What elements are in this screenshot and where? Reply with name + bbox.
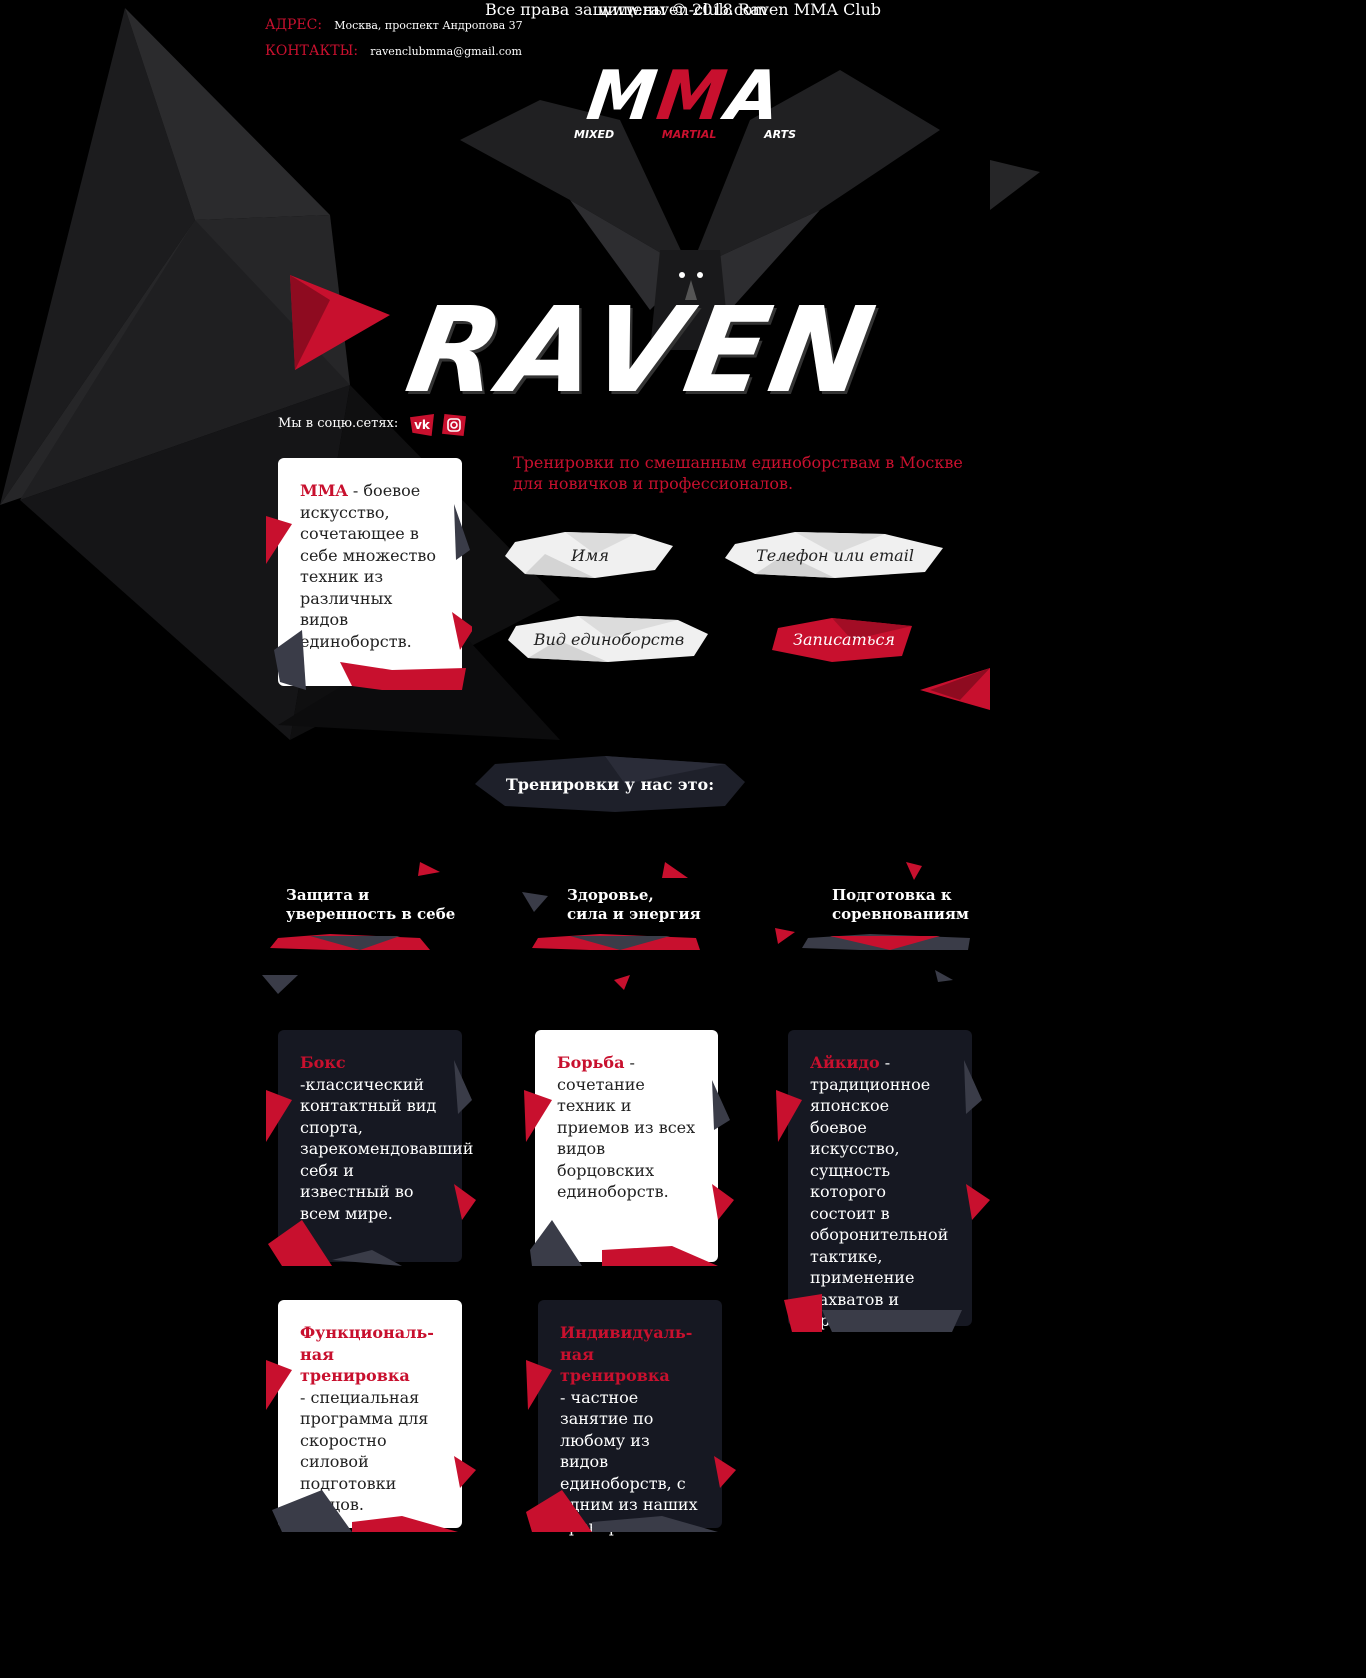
- social-icons: vk: [410, 414, 466, 436]
- footer-site-link[interactable]: www.raven-club.com: [0, 0, 1366, 19]
- social-label: Мы в соцю.сетях:: [278, 416, 399, 431]
- contacts-email[interactable]: ravenclubmma@gmail.com: [370, 45, 522, 58]
- raven-logo-text: RAVEN: [397, 281, 888, 419]
- mma-card-decoration: [266, 504, 472, 690]
- sport-placeholder: Вид единоборств: [533, 629, 685, 649]
- address-label: АДРЕС:: [265, 17, 323, 33]
- vk-icon[interactable]: vk: [410, 414, 434, 436]
- mma-logo-letter-m1: M: [582, 57, 664, 136]
- submit-label: Записаться: [792, 629, 896, 649]
- instagram-icon[interactable]: [442, 414, 466, 436]
- discipline-card-decorations: [266, 1060, 990, 1532]
- benefit-health: Здоровье, сила и энергия: [567, 886, 701, 923]
- intro-text: Тренировки по смешанным единоборствам в …: [513, 453, 963, 493]
- contacts-label: КОНТАКТЫ:: [265, 43, 359, 59]
- sport-input[interactable]: Вид единоборств: [508, 614, 710, 664]
- submit-button[interactable]: Записаться: [772, 614, 916, 664]
- contact-placeholder: Телефон или email: [756, 545, 914, 565]
- benefit-competition: Подготовка к соревнованиям: [832, 886, 969, 923]
- mma-logo-letter-a: A: [721, 57, 788, 136]
- contact-input[interactable]: Телефон или email: [725, 530, 945, 580]
- address-line: АДРЕС: Москва, проспект Андропова 37: [265, 17, 523, 33]
- address-value: Москва, проспект Андропова 37: [334, 19, 523, 32]
- section-title: Тренировки у нас это:: [475, 756, 745, 812]
- name-placeholder: Имя: [571, 545, 609, 565]
- benefit-underlines: [270, 934, 970, 950]
- name-input[interactable]: Имя: [505, 530, 675, 580]
- mma-logo-title: MMA: [545, 57, 825, 136]
- benefit-protection: Защита и уверенность в себе: [286, 886, 456, 923]
- mma-card-term: MMA: [300, 481, 348, 500]
- contacts-line: КОНТАКТЫ: ravenclubmma@gmail.com: [265, 43, 522, 59]
- mma-logo-letter-m2: M: [652, 57, 733, 136]
- mma-logo: MMA MIXED MARTIAL ARTS: [550, 57, 820, 141]
- section-title-text: Тренировки у нас это:: [505, 774, 715, 794]
